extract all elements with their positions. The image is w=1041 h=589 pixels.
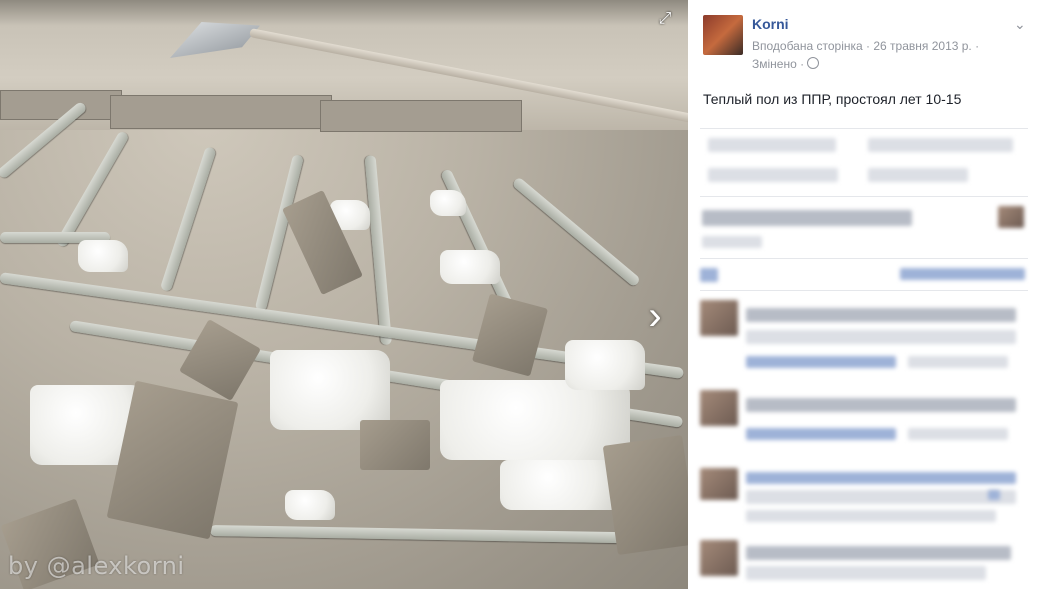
pipe bbox=[55, 130, 130, 249]
divider bbox=[700, 258, 1028, 259]
blurred-link bbox=[746, 428, 896, 440]
blurred-text bbox=[746, 510, 996, 522]
divider bbox=[700, 196, 1028, 197]
blurred-link bbox=[746, 472, 1016, 484]
blurred-avatar bbox=[700, 468, 738, 500]
blurred-text bbox=[746, 330, 1016, 344]
foam-chunk bbox=[285, 490, 335, 520]
blurred-text bbox=[868, 138, 1013, 152]
pipe bbox=[511, 176, 642, 288]
divider bbox=[700, 128, 1028, 129]
blurred-avatar bbox=[998, 206, 1024, 228]
blurred-text bbox=[868, 168, 968, 182]
page-name-link[interactable]: Korni bbox=[752, 16, 789, 32]
blurred-text bbox=[702, 236, 762, 248]
meta-edited[interactable]: Змінено bbox=[752, 57, 797, 71]
blurred-text bbox=[746, 566, 986, 580]
meta-liked-page: Вподобана сторінка bbox=[752, 39, 863, 53]
blurred-text bbox=[708, 168, 838, 182]
blurred-icon bbox=[700, 268, 718, 282]
foam-chunk bbox=[430, 190, 466, 216]
blurred-avatar bbox=[700, 390, 738, 426]
blurred-text bbox=[746, 546, 1011, 560]
chevron-down-icon[interactable]: ⌄ bbox=[1014, 16, 1026, 33]
post-photo[interactable]: ⤢ › by @alexkorni bbox=[0, 0, 688, 589]
blurred-icon bbox=[988, 490, 1000, 500]
concrete-slab bbox=[320, 100, 522, 132]
blurred-avatar bbox=[700, 540, 738, 576]
blurred-link bbox=[746, 356, 896, 368]
blurred-text bbox=[708, 138, 836, 152]
blurred-text bbox=[746, 398, 1016, 412]
foam-chunk bbox=[78, 240, 128, 272]
concrete-chunk bbox=[471, 293, 549, 377]
blurred-text bbox=[908, 356, 1008, 368]
concrete-chunk bbox=[179, 319, 261, 401]
post-meta: Вподобана сторінка · 26 травня 2013 р. ·… bbox=[752, 39, 980, 71]
pipe bbox=[364, 155, 393, 346]
foam-chunk bbox=[565, 340, 645, 390]
post-side-panel: Korni ⌄ Вподобана сторінка · 26 травня 2… bbox=[688, 0, 1041, 589]
globe-icon bbox=[807, 57, 820, 69]
blurred-avatar bbox=[700, 300, 738, 336]
concrete-chunk bbox=[360, 420, 430, 470]
foam-chunk bbox=[440, 380, 630, 460]
concrete-slab bbox=[110, 95, 332, 129]
chevron-right-icon[interactable]: › bbox=[638, 296, 672, 336]
foam-chunk bbox=[270, 350, 390, 430]
divider bbox=[700, 290, 1028, 291]
blurred-text bbox=[702, 210, 912, 226]
blurred-text bbox=[746, 308, 1016, 322]
concrete-chunk bbox=[602, 434, 688, 556]
post-text: Теплый пол из ППР, простоял лет 10-15 bbox=[703, 91, 962, 107]
meta-date-link[interactable]: 26 травня 2013 р. bbox=[873, 39, 971, 53]
expand-icon[interactable]: ⤢ bbox=[656, 10, 674, 28]
foam-chunk bbox=[500, 460, 620, 510]
blurred-link bbox=[900, 268, 1025, 280]
page-avatar[interactable] bbox=[703, 15, 743, 55]
photo-watermark: by @alexkorni bbox=[8, 552, 185, 580]
blurred-text bbox=[908, 428, 1008, 440]
blurred-text bbox=[746, 490, 1016, 504]
pipe bbox=[159, 146, 217, 293]
foam-chunk bbox=[440, 250, 500, 284]
